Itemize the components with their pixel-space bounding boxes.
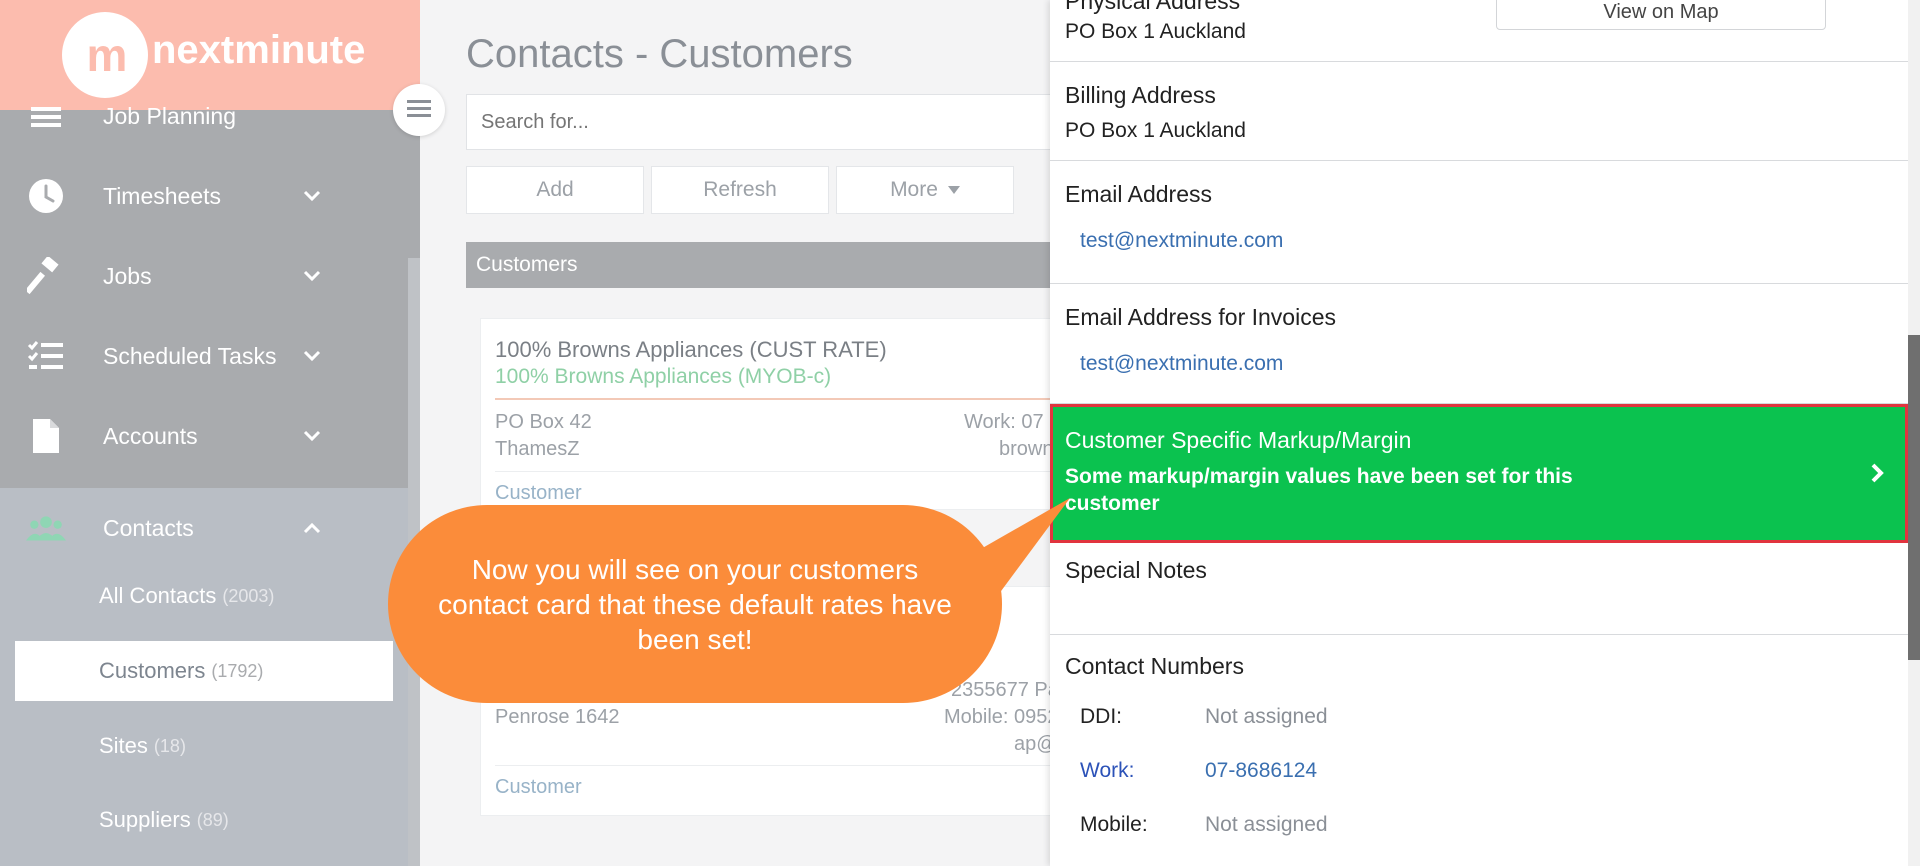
sidebar-item-scheduled-tasks[interactable]: Scheduled Tasks [0,316,408,396]
sidebar-item-job-planning[interactable]: Job Planning [0,76,408,156]
work-label[interactable]: Work: [1080,759,1134,783]
chevron-down-icon [300,184,324,208]
hamburger-icon [407,98,431,123]
sidebar-toggle-button[interactable] [393,84,445,136]
invoice-email-section: Email Address for Invoices test@nextminu… [1050,284,1908,404]
billing-address-label: Billing Address [1065,82,1216,108]
card-divider [495,765,1055,766]
email-section: Email Address test@nextminute.com [1050,161,1908,284]
invoice-email-label: Email Address for Invoices [1065,304,1337,330]
billing-address-section: Billing Address PO Box 1 Auckland [1050,62,1908,161]
tutorial-callout: Now you will see on your customers conta… [388,505,1002,703]
sidebar-item-contacts[interactable]: Contacts [0,488,408,568]
more-button-label: More [890,178,938,201]
callout-text: Now you will see on your customers conta… [438,553,952,655]
main-content: Contacts - Customers Add Refresh More Cu… [420,0,1080,866]
checklist-icon [26,336,66,376]
refresh-button[interactable]: Refresh [651,166,829,214]
sidebar-item-label: Jobs [103,262,152,289]
physical-address-value: PO Box 1 Auckland [1065,20,1246,43]
mobile-label: Mobile: [1080,813,1148,836]
subitem-label: All Contacts [99,583,217,608]
ddi-label: DDI: [1080,705,1122,728]
card-divider [495,471,1055,472]
logo-text: nextminute [152,28,366,72]
subitem-count: (18) [153,735,186,756]
subitem-label: Sites [99,733,148,758]
hammer-icon [26,256,66,296]
subitem-label: Customers [99,658,206,683]
menu-lines-icon [26,96,66,136]
customer-card[interactable]: 100% Browns Appliances (CUST RATE) 100% … [480,318,1080,510]
customer-markup-margin-row[interactable]: Customer Specific Markup/Margin Some mar… [1050,404,1908,543]
add-button[interactable]: Add [466,166,644,214]
card-phone: Work: 07 [964,411,1044,433]
mobile-value: Not assigned [1205,813,1328,836]
markup-title: Customer Specific Markup/Margin [1065,427,1412,453]
ddi-value: Not assigned [1205,705,1328,728]
special-notes-section: Special Notes [1050,543,1908,635]
card-divider [495,398,1055,400]
subitem-count: (89) [196,809,229,830]
sidebar-item-timesheets[interactable]: Timesheets [0,156,408,236]
document-icon [26,416,66,456]
contact-numbers-section: Contact Numbers DDI: Not assigned Work: … [1050,635,1908,866]
work-phone-link[interactable]: 07-8686124 [1205,759,1317,783]
card-phone: Mobile: 0952 [944,706,1059,728]
subitem-label: Suppliers [99,807,191,832]
email-link[interactable]: test@nextminute.com [1080,229,1283,253]
people-icon [26,508,66,548]
sidebar-item-label: Contacts [103,514,194,541]
sidebar-subitem-sites[interactable]: Sites (18) [15,716,393,776]
markup-description: Some markup/margin values have been set … [1065,465,1573,515]
chevron-right-icon [1865,461,1889,485]
card-address: PO Box 42 [495,411,592,433]
panel-scrollbar-thumb[interactable] [1908,335,1920,660]
section-header: Customers [466,242,1066,288]
sidebar-subitem-suppliers[interactable]: Suppliers (89) [15,790,393,850]
contact-numbers-label: Contact Numbers [1065,653,1244,679]
card-type: Customer [495,482,582,504]
chevron-down-icon [300,344,324,368]
physical-address-section: Physical Address PO Box 1 Auckland View … [1050,0,1908,62]
billing-address-value: PO Box 1 Auckland [1065,119,1246,142]
contacts-section: Contacts All Contacts (2003) Customers (… [0,488,408,866]
more-button[interactable]: More [836,166,1014,214]
invoice-email-link[interactable]: test@nextminute.com [1080,352,1283,376]
contact-detail-panel: Physical Address PO Box 1 Auckland View … [1050,0,1920,866]
physical-address-label: Physical Address [1065,0,1241,14]
card-type: Customer [495,776,582,798]
sidebar-item-label: Scheduled Tasks [103,342,277,369]
search-input[interactable] [466,94,1066,150]
subitem-count: (2003) [222,585,275,606]
sidebar-item-accounts[interactable]: Accounts [0,396,408,476]
card-subtitle: 100% Browns Appliances (MYOB-c) [495,365,832,388]
view-on-map-button[interactable]: View on Map [1496,0,1826,30]
sidebar-subitem-all-contacts[interactable]: All Contacts (2003) [15,566,393,626]
sidebar-subitem-customers[interactable]: Customers (1792) [15,641,393,701]
special-notes-label: Special Notes [1065,557,1207,583]
chevron-down-icon [300,424,324,448]
email-label: Email Address [1065,181,1213,207]
sidebar: m nextminute Job Planning Timesheets Job… [0,0,420,866]
sidebar-item-jobs[interactable]: Jobs [0,236,408,316]
clock-icon [26,176,66,216]
sidebar-item-label: Job Planning [103,102,236,129]
sidebar-item-label: Timesheets [103,182,222,209]
sidebar-item-label: Accounts [103,422,198,449]
card-title: 100% Browns Appliances (CUST RATE) [495,337,887,362]
page-title: Contacts - Customers [466,32,853,76]
chevron-down-icon [300,264,324,288]
chevron-up-icon [300,516,324,540]
card-address: Penrose 1642 [495,706,620,728]
card-address: ThamesZ [495,438,580,460]
subitem-count: (1792) [211,660,264,681]
caret-down-icon [947,186,960,194]
